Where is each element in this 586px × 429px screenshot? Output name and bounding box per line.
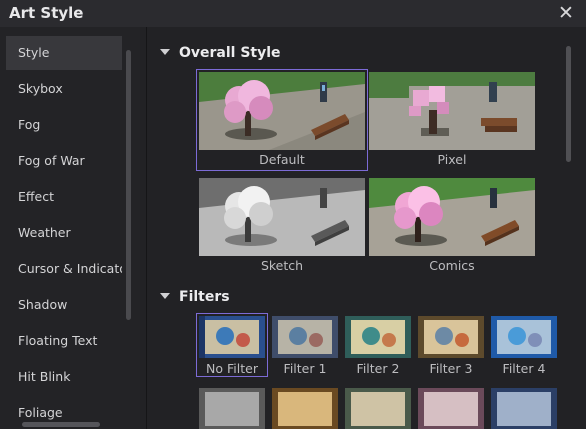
default-thumbnail: [199, 72, 365, 150]
filters-title: Filters: [179, 289, 230, 305]
filter-card-row2-1[interactable]: [197, 386, 267, 429]
style-card-default-label: Default: [259, 152, 305, 167]
overall-style-header[interactable]: Overall Style: [160, 43, 281, 63]
style-card-default[interactable]: Default: [196, 69, 368, 171]
style-card-pixel[interactable]: Pixel: [367, 70, 537, 170]
sketch-thumbnail: [199, 178, 365, 256]
no-filter-thumbnail: [199, 316, 265, 358]
title-bar: Art Style ✕: [0, 0, 586, 27]
filter-card-2-label: Filter 2: [356, 361, 400, 376]
filter-card-3-label: Filter 3: [429, 361, 473, 376]
filters-header[interactable]: Filters: [160, 287, 230, 307]
filter-card-row2-2[interactable]: [270, 386, 340, 429]
filter-card-row2-5[interactable]: [489, 386, 559, 429]
filter-3-thumbnail: [418, 316, 484, 358]
close-icon[interactable]: ✕: [556, 2, 576, 24]
filter-row2-4-thumbnail: [418, 388, 484, 429]
filter-card-3[interactable]: Filter 3: [416, 314, 486, 376]
filter-card-4[interactable]: Filter 4: [489, 314, 559, 376]
filter-row2-1-thumbnail: [199, 388, 265, 429]
caret-down-icon: [160, 49, 170, 55]
filter-card-row2-3[interactable]: [343, 386, 413, 429]
sidebar-item-floating-text[interactable]: Floating Text: [6, 324, 122, 358]
overall-style-title: Overall Style: [179, 45, 281, 61]
filter-card-row2-4[interactable]: [416, 386, 486, 429]
filter-card-none-label: No Filter: [206, 361, 258, 376]
sidebar-item-weather[interactable]: Weather: [6, 216, 122, 250]
filter-4-thumbnail: [491, 316, 557, 358]
sidebar-item-fog[interactable]: Fog: [6, 108, 122, 142]
filter-row2-2-thumbnail: [272, 388, 338, 429]
comics-thumbnail: [369, 178, 535, 256]
caret-down-icon: [160, 293, 170, 299]
style-card-sketch-label: Sketch: [260, 258, 304, 273]
style-card-pixel-label: Pixel: [437, 152, 467, 167]
panel-divider: [146, 27, 147, 429]
sidebar-item-fog-of-war[interactable]: Fog of War: [6, 144, 122, 178]
sidebar-item-cursor[interactable]: Cursor & Indicato: [6, 252, 122, 286]
sidebar-item-shadow[interactable]: Shadow: [6, 288, 122, 322]
style-card-comics-label: Comics: [429, 258, 475, 273]
filter-card-1[interactable]: Filter 1: [270, 314, 340, 376]
style-card-sketch[interactable]: Sketch: [197, 176, 367, 276]
filter-row2-5-thumbnail: [491, 388, 557, 429]
filter-1-thumbnail: [272, 316, 338, 358]
sidebar-item-style[interactable]: Style: [6, 36, 122, 70]
style-card-comics[interactable]: Comics: [367, 176, 537, 276]
filter-card-none[interactable]: No Filter: [196, 313, 268, 377]
sidebar-scrollbar-horizontal[interactable]: [22, 422, 100, 427]
sidebar-item-hit-blink[interactable]: Hit Blink: [6, 360, 122, 394]
sidebar-item-skybox[interactable]: Skybox: [6, 72, 122, 106]
window-title: Art Style: [9, 4, 84, 22]
sidebar-item-effect[interactable]: Effect: [6, 180, 122, 214]
pixel-thumbnail: [369, 72, 535, 150]
sidebar-scrollbar-vertical[interactable]: [126, 50, 131, 320]
filter-card-4-label: Filter 4: [502, 361, 546, 376]
filter-card-1-label: Filter 1: [283, 361, 327, 376]
filter-2-thumbnail: [345, 316, 411, 358]
sidebar: Style Skybox Fog Fog of War Effect Weath…: [0, 27, 140, 429]
main-scrollbar[interactable]: [566, 46, 571, 162]
filter-row2-3-thumbnail: [345, 388, 411, 429]
filter-card-2[interactable]: Filter 2: [343, 314, 413, 376]
